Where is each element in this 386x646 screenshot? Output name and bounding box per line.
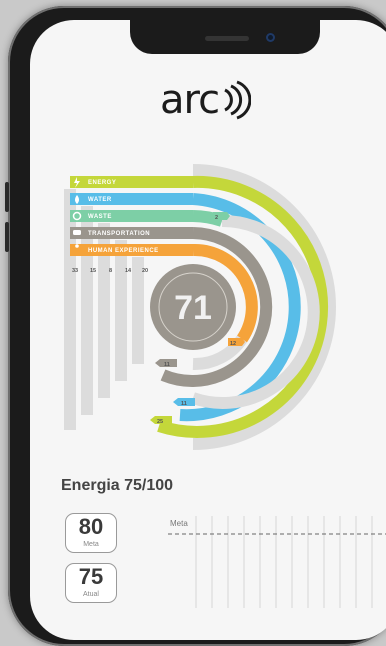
max-score-human-experience: 20 bbox=[142, 268, 148, 274]
max-score-energy: 33 bbox=[72, 268, 78, 274]
goal-value: 80 bbox=[78, 514, 104, 539]
max-score-water: 15 bbox=[90, 268, 96, 274]
energy-history-graph bbox=[168, 516, 386, 608]
max-score-transportation: 14 bbox=[125, 268, 132, 274]
category-label-human-experience: HUMAN EXPERIENCE bbox=[88, 248, 159, 254]
max-score-waste: 8 bbox=[109, 268, 112, 274]
category-label-water: WATER bbox=[88, 197, 112, 203]
current-kpi-card: 75 Atual bbox=[65, 563, 117, 603]
category-label-transportation: TRANSPORTATION bbox=[88, 231, 150, 237]
energy-value: 25 bbox=[157, 419, 163, 425]
graph-gridlines bbox=[195, 516, 373, 608]
current-value: 75 bbox=[78, 564, 104, 589]
graph-goal-label: Meta bbox=[170, 519, 188, 528]
car-icon bbox=[73, 230, 81, 235]
goal-caption: Meta bbox=[83, 541, 99, 548]
leed-score: 71 bbox=[174, 289, 212, 327]
energy-section-title: Energia 75/100 bbox=[61, 477, 174, 494]
waste-value: 2 bbox=[215, 215, 218, 221]
current-caption: Atual bbox=[83, 591, 99, 598]
person-icon bbox=[75, 244, 79, 248]
goal-kpi-card: 80 Meta bbox=[65, 513, 117, 553]
category-label-energy: ENERGY bbox=[88, 180, 116, 186]
transportation-value: 11 bbox=[164, 362, 170, 368]
category-label-waste: WASTE bbox=[88, 214, 112, 220]
water-value: 11 bbox=[181, 401, 187, 407]
human-experience-value: 12 bbox=[230, 341, 236, 347]
